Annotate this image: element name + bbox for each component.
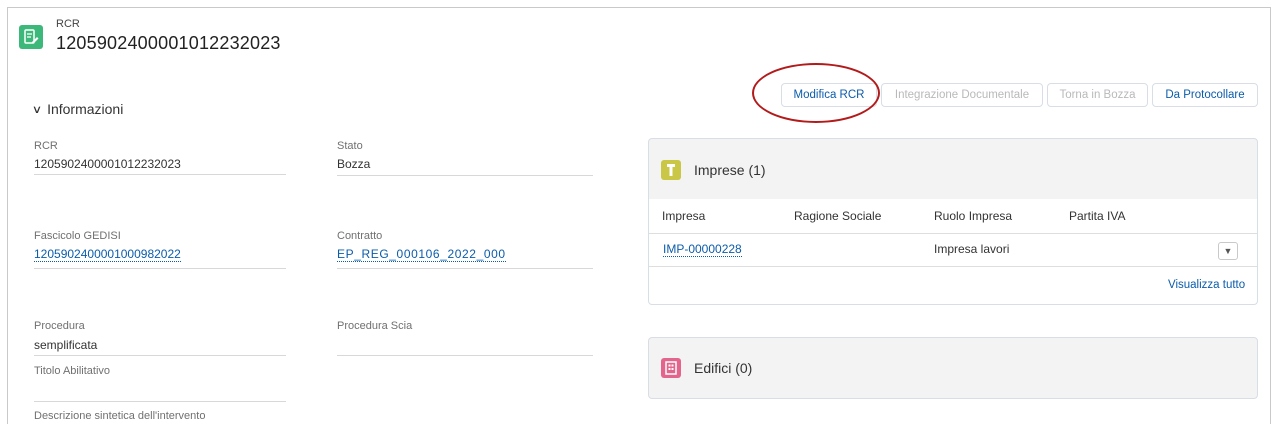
impresa-link[interactable]: IMP-00000228	[663, 242, 742, 257]
titolo-divider	[34, 401, 286, 402]
da-protocollare-button[interactable]: Da Protocollare	[1152, 83, 1258, 107]
stato-value: Bozza	[337, 157, 371, 171]
building-icon	[661, 358, 681, 378]
record-edit-icon	[19, 25, 43, 49]
visualizza-tutto-link[interactable]: Visualizza tutto	[1168, 279, 1245, 291]
column-ragione-sociale[interactable]: Ragione Sociale	[794, 209, 881, 223]
torna-in-bozza-button[interactable]: Torna in Bozza	[1047, 83, 1148, 107]
fascicolo-divider	[34, 268, 286, 269]
fascicolo-label: Fascicolo GEDISI	[34, 230, 121, 242]
column-partita-iva[interactable]: Partita IVA	[1069, 209, 1125, 223]
row-actions-dropdown[interactable]: ▼	[1218, 242, 1238, 260]
descrizione-label: Descrizione sintetica dell'intervento	[34, 410, 206, 422]
integrazione-documentale-button[interactable]: Integrazione Documentale	[881, 83, 1043, 107]
stato-label: Stato	[337, 140, 363, 152]
rcr-label: RCR	[34, 140, 58, 152]
procedura-divider	[34, 355, 286, 356]
edifici-title[interactable]: Edifici (0)	[694, 360, 752, 376]
procedura-scia-divider	[337, 355, 593, 356]
section-informazioni-toggle[interactable]: ∨ Informazioni	[31, 101, 124, 117]
record-title: 1205902400001012232023	[56, 33, 281, 53]
contratto-label: Contratto	[337, 230, 383, 242]
record-object-type: RCR	[56, 18, 80, 30]
chevron-down-icon: ▼	[1223, 246, 1233, 256]
rcr-value: 1205902400001012232023	[34, 157, 181, 171]
stato-divider	[337, 175, 593, 176]
rcr-divider	[34, 174, 286, 175]
contratto-divider	[337, 268, 593, 269]
fascicolo-link[interactable]: 1205902400001000982022	[34, 247, 181, 262]
procedura-value: semplificata	[34, 338, 98, 352]
table-row-divider	[649, 266, 1257, 267]
company-icon	[661, 160, 681, 180]
imprese-title[interactable]: Imprese (1)	[694, 162, 766, 178]
procedura-label: Procedura	[34, 320, 85, 332]
modifica-rcr-button[interactable]: Modifica RCR	[781, 83, 877, 107]
ruolo-impresa-value: Impresa lavori	[934, 242, 1010, 256]
contratto-link[interactable]: EP_REG_000106_2022_000	[337, 247, 506, 262]
chevron-down-icon: ∨	[31, 103, 43, 116]
column-ruolo-impresa[interactable]: Ruolo Impresa	[934, 209, 1012, 223]
column-impresa[interactable]: Impresa	[662, 209, 705, 223]
table-header-divider	[649, 233, 1257, 234]
section-title: Informazioni	[47, 101, 124, 117]
procedura-scia-label: Procedura Scia	[337, 320, 413, 332]
titolo-abilitativo-label: Titolo Abilitativo	[34, 365, 111, 377]
